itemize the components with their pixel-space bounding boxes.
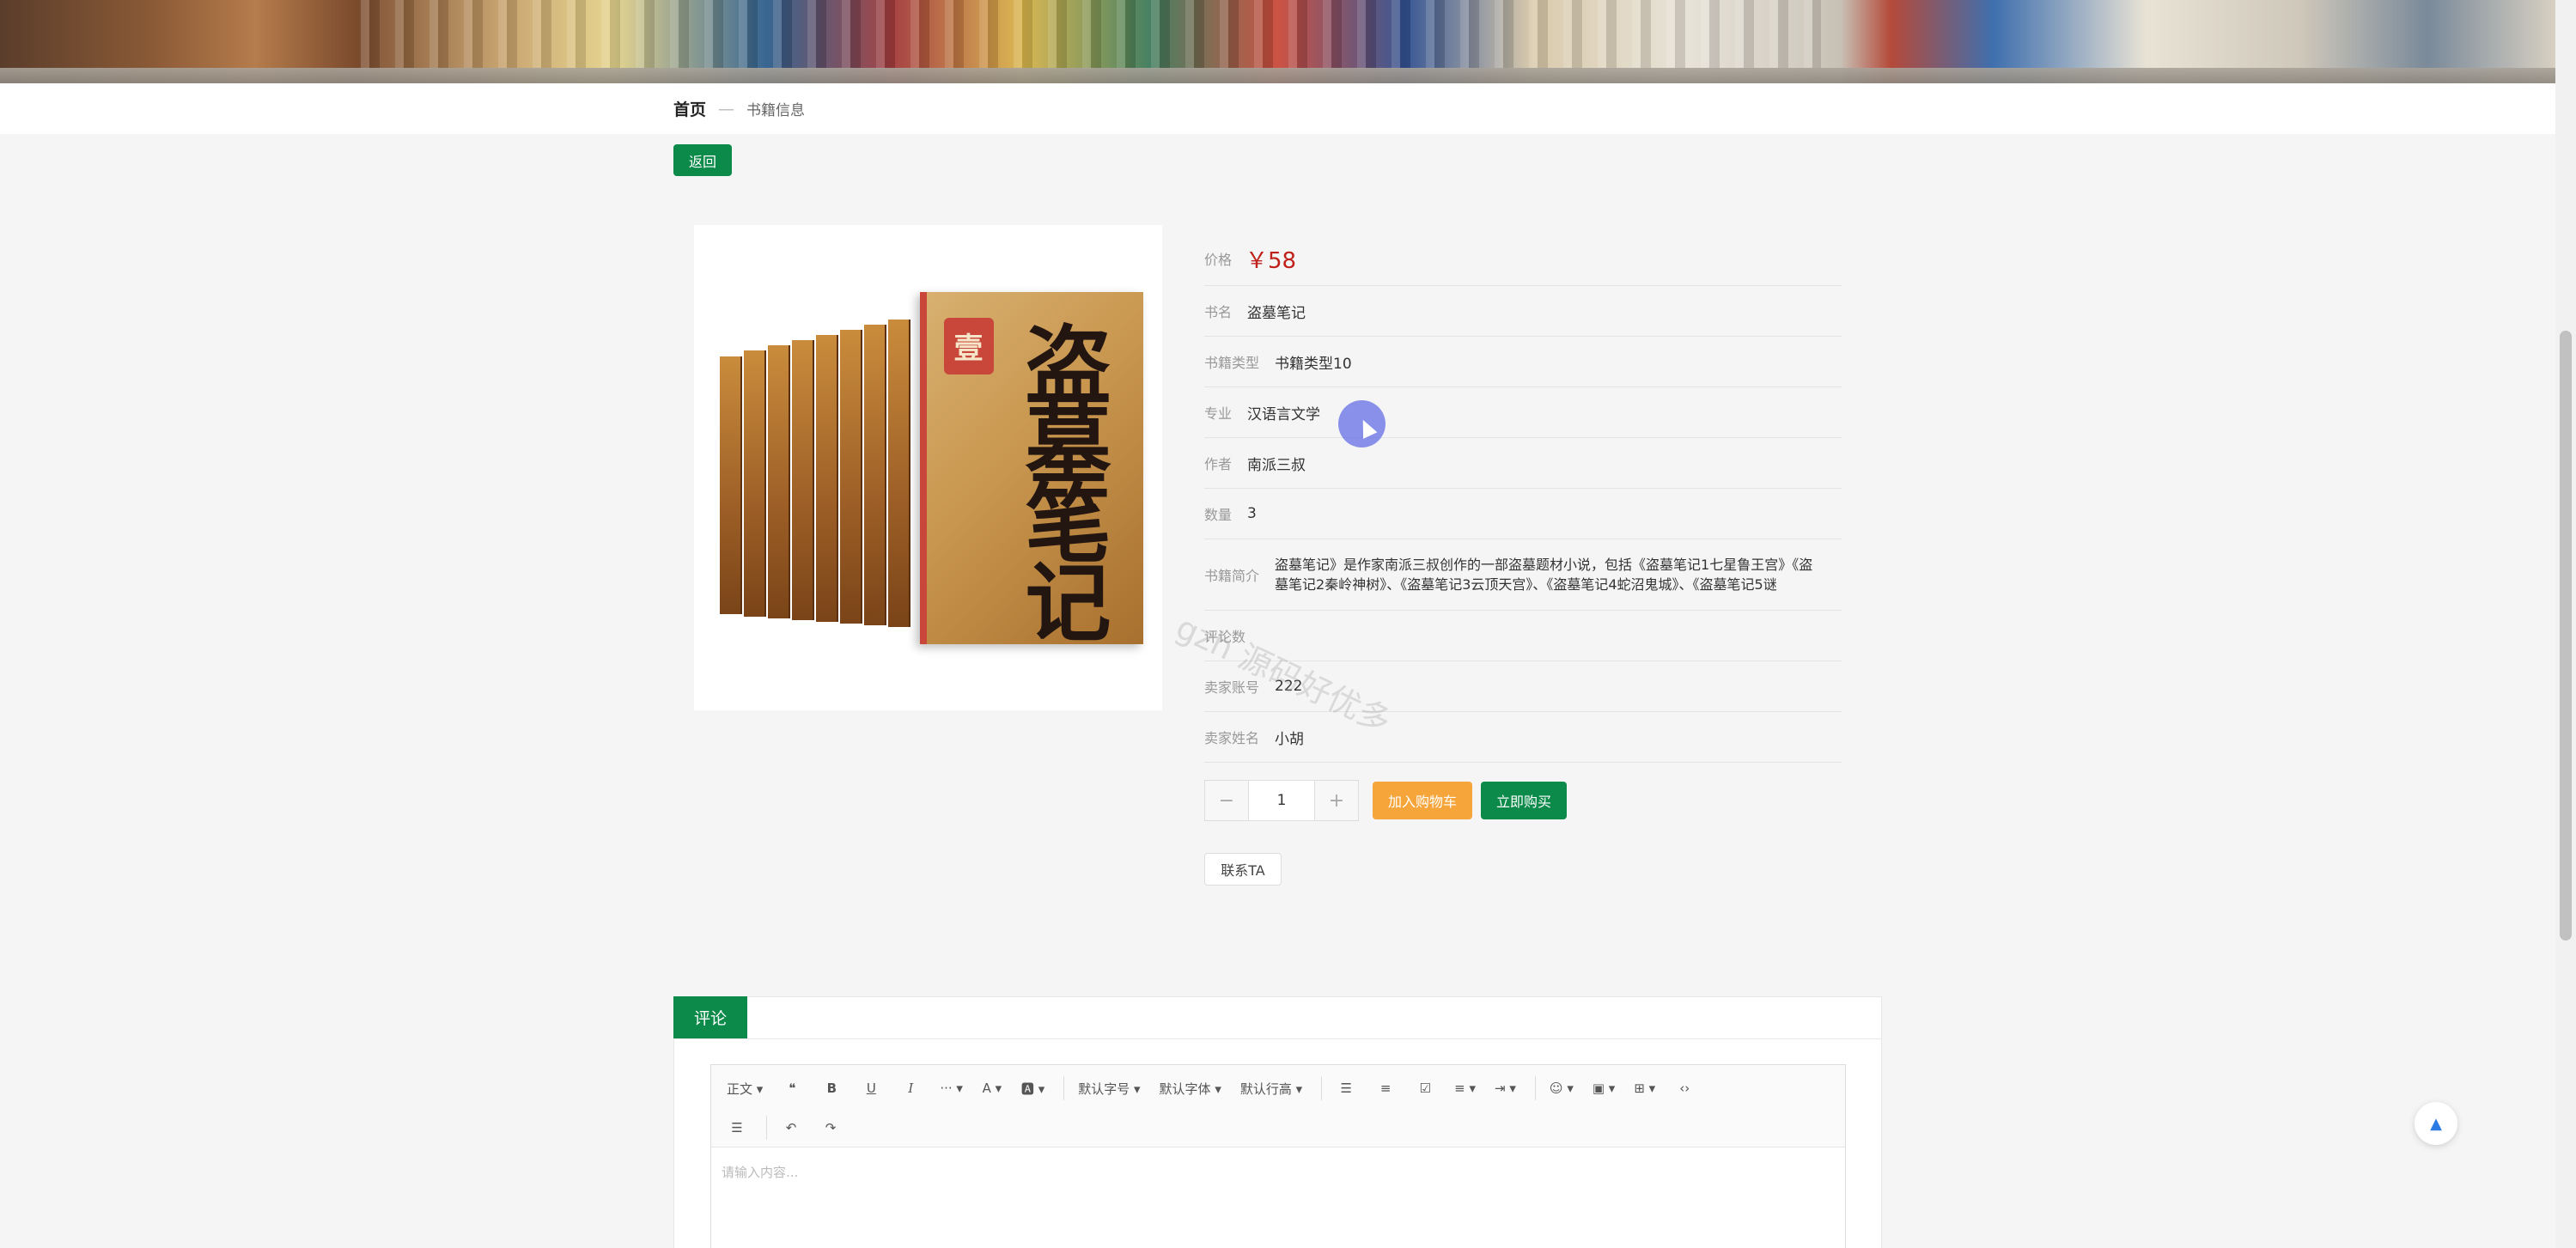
comment-input[interactable]: 请输入内容... xyxy=(711,1148,1845,1196)
field-value: 盗墓笔记 xyxy=(1247,304,1306,322)
back-to-top-icon[interactable]: ▲ xyxy=(2415,1102,2457,1145)
price-row: 价格 ￥58 xyxy=(1204,232,1842,286)
align-icon[interactable]: ≡ ▾ xyxy=(1447,1074,1483,1103)
purchase-bar: − 1 + 加入购物车 立即购买 xyxy=(1204,780,1567,821)
bookshelf-board xyxy=(0,68,2555,83)
book-spine xyxy=(839,329,862,624)
scrollbar-thumb[interactable] xyxy=(2560,331,2572,941)
book-spine xyxy=(719,356,742,614)
info-row-intro: 书籍简介 盗墓笔记》是作家南派三叔创作的一部盗墓题材小说，包括《盗墓笔记1七星鲁… xyxy=(1204,539,1842,611)
toolbar-row: 正文 ▾ ❝ B U I ··· ▾ A ▾ 🅰 ▾ 默认字号 ▾ 默认字体 ▾… xyxy=(720,1068,1836,1108)
bullet-list-icon[interactable]: ☰ xyxy=(1329,1074,1363,1103)
field-value: 汉语言文学 xyxy=(1247,405,1321,423)
field-value: 222 xyxy=(1275,678,1303,695)
table-icon[interactable]: ⊞ ▾ xyxy=(1627,1074,1662,1103)
breadcrumb: 首页 — 书籍信息 xyxy=(673,97,805,120)
field-label: 卖家账号 xyxy=(1204,679,1260,696)
header-banner xyxy=(0,0,2555,83)
quantity-stepper: − 1 + xyxy=(1204,780,1359,821)
background-color-icon[interactable]: 🅰 ▾ xyxy=(1014,1074,1051,1103)
field-label: 书籍类型 xyxy=(1204,355,1260,371)
emoji-icon[interactable]: ☺ ▾ xyxy=(1543,1074,1580,1103)
field-label: 书名 xyxy=(1204,304,1233,320)
info-row-quantity: 数量 3 xyxy=(1204,489,1842,539)
buy-now-button[interactable]: 立即购买 xyxy=(1481,782,1567,819)
field-value: 南派三叔 xyxy=(1247,456,1306,474)
field-label: 评论数 xyxy=(1204,629,1246,645)
decrease-button[interactable]: − xyxy=(1205,781,1248,820)
field-label: 书籍简介 xyxy=(1204,568,1260,584)
info-row-category: 书籍类型 书籍类型10 xyxy=(1204,337,1842,387)
info-row-seller-name: 卖家姓名 小胡 xyxy=(1204,712,1842,763)
rich-text-editor: 正文 ▾ ❝ B U I ··· ▾ A ▾ 🅰 ▾ 默认字号 ▾ 默认字体 ▾… xyxy=(710,1064,1846,1248)
book-set-picture: 壹 盗墓笔记 xyxy=(709,275,1148,661)
divider-line-icon[interactable]: ☰ xyxy=(720,1113,754,1142)
paragraph-format-dropdown[interactable]: 正文 ▾ xyxy=(720,1074,770,1103)
comment-panel: 评论 正文 ▾ ❝ B U I ··· ▾ A ▾ 🅰 ▾ 默认字号 ▾ 默认字… xyxy=(673,996,1882,1248)
book-spine xyxy=(863,324,886,625)
numbered-list-icon[interactable]: ≡ xyxy=(1368,1074,1403,1103)
book-info-list: 价格 ￥58 书名 盗墓笔记 书籍类型 书籍类型10 专业 汉语言文学 作者 南… xyxy=(1204,232,1842,763)
info-row-title: 书名 盗墓笔记 xyxy=(1204,286,1842,337)
toolbar-divider xyxy=(1534,1076,1536,1100)
field-value: 小胡 xyxy=(1275,730,1305,748)
cover-title: 盗墓笔记 xyxy=(1025,314,1111,654)
font-color-icon[interactable]: A ▾ xyxy=(975,1074,1009,1103)
indent-icon[interactable]: ⇥ ▾ xyxy=(1488,1074,1523,1103)
font-size-dropdown[interactable]: 默认字号 ▾ xyxy=(1071,1074,1147,1103)
field-label: 专业 xyxy=(1204,405,1233,422)
toolbar-divider xyxy=(766,1116,767,1140)
price-label: 价格 xyxy=(1204,252,1233,268)
code-icon[interactable]: ‹› xyxy=(1667,1074,1702,1103)
field-value: 书籍类型10 xyxy=(1275,355,1352,373)
intro-text: 盗墓笔记》是作家南派三叔创作的一部盗墓题材小说，包括《盗墓笔记1七星鲁王宫》《盗… xyxy=(1275,557,1813,593)
info-row-seller-account: 卖家账号 222 xyxy=(1204,661,1842,712)
back-button[interactable]: 返回 xyxy=(673,144,732,176)
book-spine xyxy=(887,319,910,627)
volume-badge: 壹 xyxy=(943,317,994,374)
editor-toolbar: 正文 ▾ ❝ B U I ··· ▾ A ▾ 🅰 ▾ 默认字号 ▾ 默认字体 ▾… xyxy=(711,1065,1845,1148)
contact-seller-button[interactable]: 联系TA xyxy=(1204,853,1282,886)
info-row-comment-count: 评论数 xyxy=(1204,611,1842,661)
book-spine xyxy=(767,344,790,618)
book-front-cover: 壹 盗墓笔记 xyxy=(919,291,1143,654)
book-spine xyxy=(791,339,814,620)
field-value: 3 xyxy=(1247,505,1257,522)
toolbar-divider xyxy=(1063,1076,1065,1100)
bookshelf-spines xyxy=(361,0,1821,69)
quote-icon[interactable]: ❝ xyxy=(775,1074,809,1103)
breadcrumb-current: 书籍信息 xyxy=(746,102,806,119)
quantity-input[interactable]: 1 xyxy=(1248,781,1315,820)
italic-icon[interactable]: I xyxy=(893,1074,928,1103)
more-format-dropdown[interactable]: ··· ▾ xyxy=(933,1074,970,1103)
field-label: 作者 xyxy=(1204,456,1233,472)
redo-icon[interactable]: ↷ xyxy=(813,1113,848,1142)
breadcrumb-home[interactable]: 首页 xyxy=(673,97,706,120)
undo-icon[interactable]: ↶ xyxy=(774,1113,808,1142)
info-row-major: 专业 汉语言文学 xyxy=(1204,387,1842,438)
underline-icon[interactable]: U xyxy=(854,1074,888,1103)
book-cover-image: 壹 盗墓笔记 xyxy=(694,225,1162,710)
toolbar-row: ☰ ↶ ↷ xyxy=(720,1108,1836,1148)
breadcrumb-separator: — xyxy=(718,99,735,119)
bold-icon[interactable]: B xyxy=(814,1074,849,1103)
breadcrumb-bar: 首页 — 书籍信息 xyxy=(0,83,2555,134)
price-value: ￥58 xyxy=(1245,247,1297,274)
todo-icon[interactable]: ☑ xyxy=(1408,1074,1442,1103)
book-spine xyxy=(743,350,766,617)
comment-tabbar: 评论 xyxy=(673,996,1881,1039)
field-label: 卖家姓名 xyxy=(1204,730,1260,746)
font-family-dropdown[interactable]: 默认字体 ▾ xyxy=(1153,1074,1228,1103)
book-spine xyxy=(815,334,838,622)
info-row-author: 作者 南派三叔 xyxy=(1204,438,1842,489)
line-height-dropdown[interactable]: 默认行高 ▾ xyxy=(1233,1074,1309,1103)
add-to-cart-button[interactable]: 加入购物车 xyxy=(1373,782,1472,819)
increase-button[interactable]: + xyxy=(1315,781,1358,820)
image-icon[interactable]: ▣ ▾ xyxy=(1586,1074,1622,1103)
field-label: 数量 xyxy=(1204,507,1233,523)
page-scrollbar[interactable] xyxy=(2555,0,2576,1248)
toolbar-divider xyxy=(1321,1076,1323,1100)
tab-comments[interactable]: 评论 xyxy=(673,996,747,1038)
